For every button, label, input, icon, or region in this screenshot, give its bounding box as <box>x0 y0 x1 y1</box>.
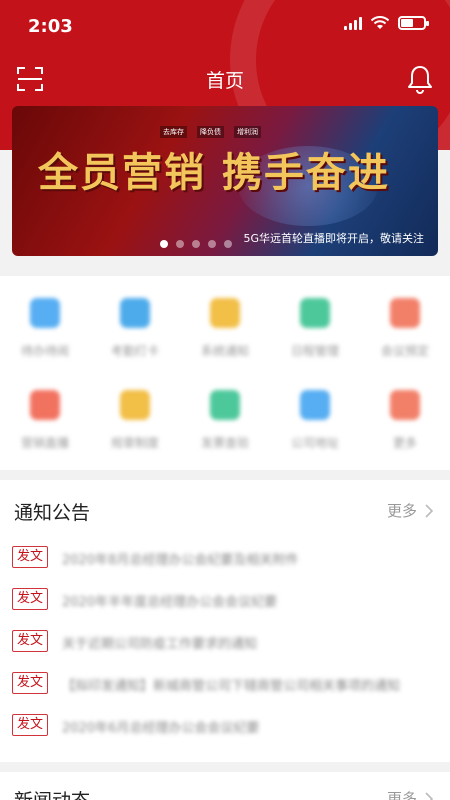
grid-item[interactable]: 更多 <box>360 380 450 472</box>
notice-row[interactable]: 发文 【拟印发通知】新城商管公司下辖商管公司相关事项的通知 <box>0 664 450 706</box>
chevron-right-icon <box>425 503 434 518</box>
notice-row[interactable]: 发文 2020年8月总经理办公会纪要及相关附件 <box>0 538 450 580</box>
notice-text: 2020年6月总经理办公会会议纪要 <box>62 721 260 736</box>
nav-bar: 首页 <box>0 56 450 102</box>
notice-text: 关于近期公司防疫工作要求的通知 <box>62 637 258 652</box>
notice-row[interactable]: 发文 2020年半年度总经理办公会会议纪要 <box>0 580 450 622</box>
carousel-dot[interactable] <box>160 240 168 248</box>
carousel-dot[interactable] <box>224 240 232 248</box>
banner-tag: 降负债 <box>197 126 224 138</box>
grid-item-icon <box>30 390 60 420</box>
status-bar: 2:03 <box>0 0 450 52</box>
battery-icon <box>398 16 429 30</box>
notice-text: 2020年半年度总经理办公会会议纪要 <box>62 595 278 610</box>
notice-title: 通知公告 <box>14 502 91 524</box>
grid-item-label: 系统通知 <box>200 344 249 358</box>
bell-icon[interactable] <box>406 64 434 94</box>
banner-tag: 去库存 <box>160 126 187 138</box>
promo-banner[interactable]: 去库存 降负债 增利润 全员营销 携手奋进 5G华远首轮直播即将开启，敬请关注 <box>12 106 438 256</box>
grid-item[interactable]: 发票查验 <box>180 380 270 472</box>
grid-item[interactable]: 日程管理 <box>270 288 360 380</box>
more-label: 更多 <box>386 790 417 800</box>
news-section: 新闻动态 更多 <box>0 772 450 800</box>
notice-list: 发文 2020年8月总经理办公会纪要及相关附件 发文 2020年半年度总经理办公会会议… <box>0 538 450 748</box>
grid-item-icon <box>120 390 150 420</box>
status-icons <box>344 16 429 30</box>
grid-item[interactable]: 公司地址 <box>270 380 360 472</box>
grid-item[interactable]: 考勤打卡 <box>90 288 180 380</box>
grid-item-icon <box>390 390 420 420</box>
carousel-dot[interactable] <box>208 240 216 248</box>
status-time: 2:03 <box>28 16 73 37</box>
news-title: 新闻动态 <box>14 786 90 800</box>
banner-tags: 去库存 降负债 增利润 <box>160 126 261 138</box>
carousel-dot[interactable] <box>176 240 184 248</box>
grid-item-icon <box>300 298 330 328</box>
grid-item-icon <box>120 298 150 328</box>
notice-tag: 发文 <box>12 714 49 736</box>
grid-item-icon <box>300 390 330 420</box>
grid-item[interactable]: 营销直播 <box>0 380 90 472</box>
notice-more-link[interactable]: 更多 <box>387 500 434 521</box>
grid-item-label: 公司地址 <box>290 436 339 450</box>
page-title: 首页 <box>205 70 244 92</box>
carousel-dot[interactable] <box>192 240 200 248</box>
signal-icon <box>344 16 362 30</box>
function-grid: 待办待阅 考勤打卡 系统通知 日程管理 会议预定营销直播 规章制度 发票查验 公司地址 更多 <box>0 276 450 472</box>
banner-title: 全员营销 携手奋进 <box>38 149 390 196</box>
grid-item-icon <box>390 298 420 328</box>
notice-tag: 发文 <box>12 546 49 568</box>
grid-item-icon <box>30 298 60 328</box>
grid-item-icon <box>210 298 240 328</box>
notice-text: 2020年8月总经理办公会纪要及相关附件 <box>62 553 299 568</box>
notice-row[interactable]: 发文 2020年6月总经理办公会会议纪要 <box>0 706 450 748</box>
notice-tag: 发文 <box>12 588 49 610</box>
notice-tag: 发文 <box>12 630 49 652</box>
wifi-icon <box>370 16 390 29</box>
news-more-link[interactable]: 更多 <box>387 788 434 800</box>
notice-section: 通知公告 更多 发文 2020年8月总经理办公会纪要及相关附件 发文 2020年半年度… <box>0 480 450 762</box>
grid-item[interactable]: 会议预定 <box>360 288 450 380</box>
notice-header: 通知公告 更多 <box>0 480 450 538</box>
grid-item-label: 发票查验 <box>200 436 249 450</box>
grid-item-label: 会议预定 <box>380 344 429 358</box>
chevron-right-icon <box>425 791 434 800</box>
home-page: 2:03 首页 去库存 降负债 增利润 全员营销 携手奋进 5G华远首轮直播即将… <box>0 0 450 800</box>
grid-item-icon <box>210 390 240 420</box>
notice-text: 【拟印发通知】新城商管公司下辖商管公司相关事项的通知 <box>62 679 401 694</box>
more-label: 更多 <box>386 502 417 520</box>
grid-item-label: 更多 <box>392 436 417 450</box>
grid-item-label: 考勤打卡 <box>110 344 159 358</box>
grid-item[interactable]: 系统通知 <box>180 288 270 380</box>
grid-item[interactable]: 规章制度 <box>90 380 180 472</box>
banner-caption: 5G华远首轮直播即将开启，敬请关注 <box>243 232 424 245</box>
grid-item-label: 待办待阅 <box>20 344 69 358</box>
notice-row[interactable]: 发文 关于近期公司防疫工作要求的通知 <box>0 622 450 664</box>
grid-item-label: 规章制度 <box>110 436 159 450</box>
grid-item[interactable]: 待办待阅 <box>0 288 90 380</box>
grid-item-label: 营销直播 <box>20 436 69 450</box>
grid-item-label: 日程管理 <box>290 344 339 358</box>
notice-tag: 发文 <box>12 672 49 694</box>
carousel-dots[interactable] <box>160 240 232 248</box>
function-grid-card: 待办待阅 考勤打卡 系统通知 日程管理 会议预定营销直播 规章制度 发票查验 公司地址 更多 <box>0 276 450 470</box>
banner-tag: 增利润 <box>234 126 261 138</box>
